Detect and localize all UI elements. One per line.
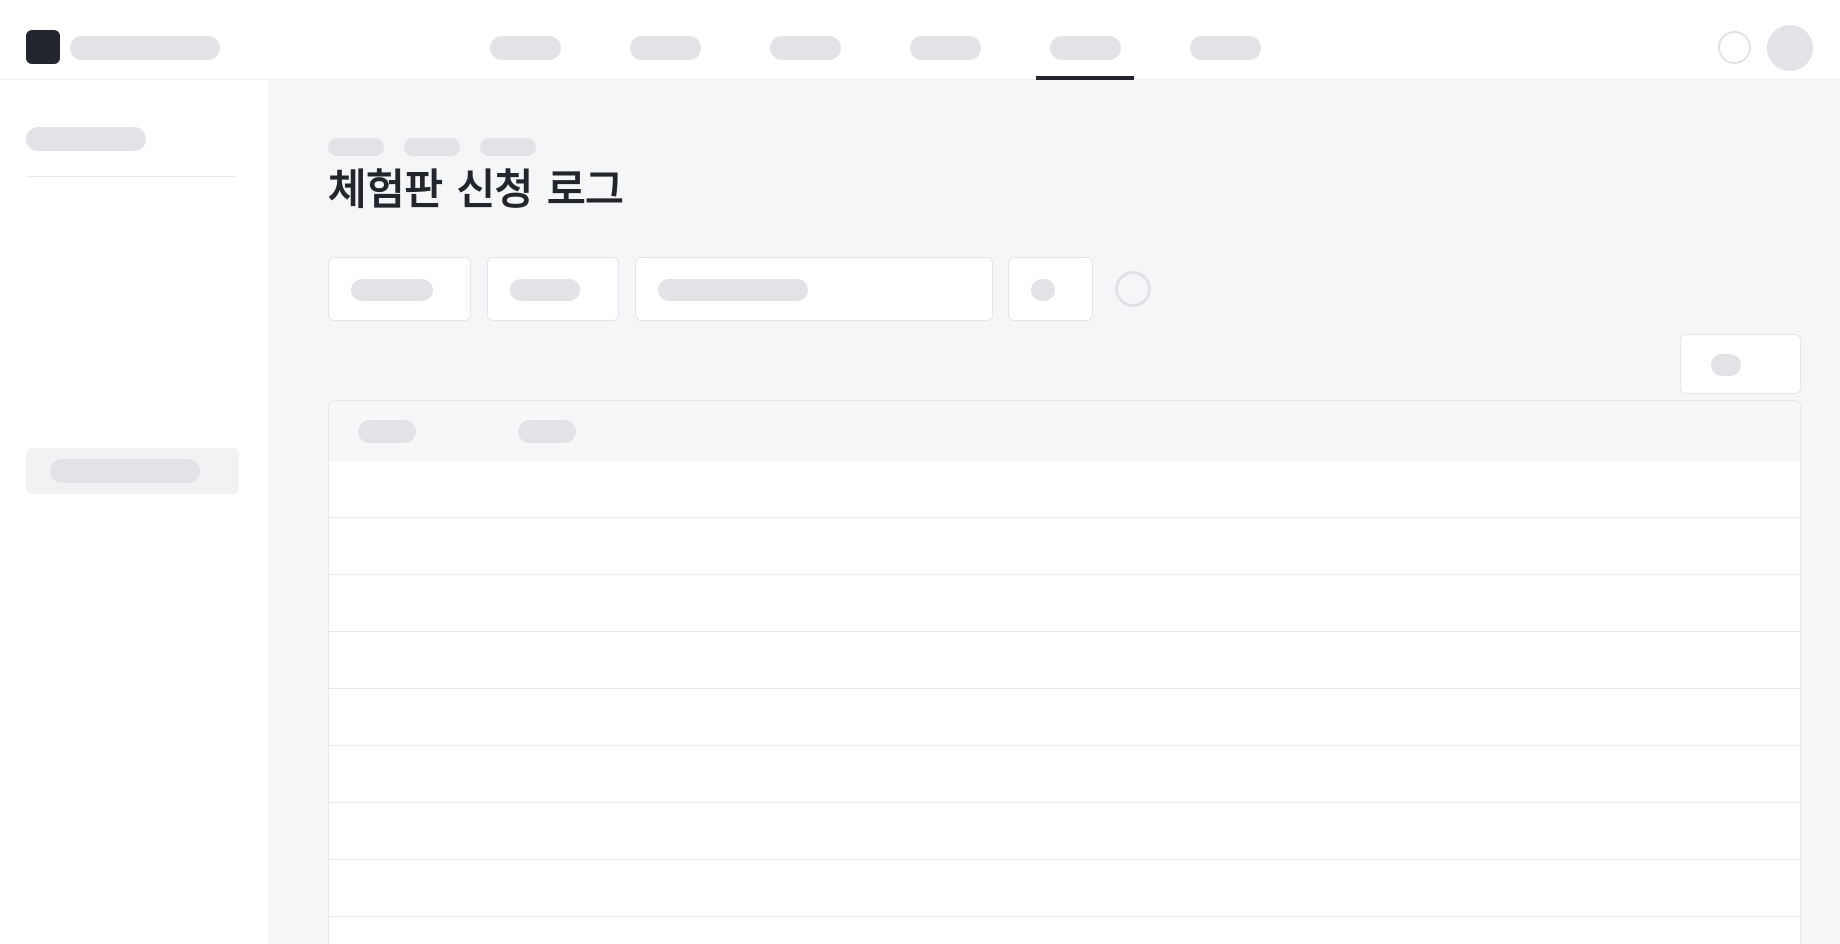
log-table [328, 400, 1801, 944]
column-header-1[interactable] [358, 420, 416, 443]
column-header-2[interactable] [518, 420, 576, 443]
top-navigation-bar [0, 0, 1840, 80]
sidebar-item-active[interactable] [26, 448, 239, 494]
nav-item-6[interactable] [1190, 36, 1261, 60]
sidebar-item-label-placeholder [50, 459, 200, 483]
sidebar-divider [26, 176, 236, 177]
filter-select-1[interactable] [328, 257, 471, 321]
app-name-placeholder[interactable] [70, 36, 220, 60]
action-button[interactable] [1680, 334, 1801, 394]
table-row[interactable] [329, 632, 1800, 689]
sidebar-heading-placeholder [26, 127, 146, 151]
user-avatar[interactable] [1767, 25, 1813, 71]
nav-item-4[interactable] [910, 36, 981, 60]
sidebar [0, 80, 268, 944]
table-row[interactable] [329, 575, 1800, 632]
search-button[interactable] [1008, 257, 1093, 321]
table-row[interactable] [329, 518, 1800, 575]
main-content: 체험판 신청 로그 [268, 80, 1840, 944]
table-row[interactable] [329, 860, 1800, 917]
nav-item-3[interactable] [770, 36, 841, 60]
table-row[interactable] [329, 803, 1800, 860]
filter-select-2[interactable] [487, 257, 619, 321]
search-button-icon-placeholder [1031, 279, 1055, 301]
notification-icon[interactable] [1718, 31, 1751, 64]
table-row[interactable] [329, 461, 1800, 518]
breadcrumb-item-2[interactable] [404, 138, 460, 156]
page-title: 체험판 신청 로그 [328, 165, 624, 214]
filter-select-2-value-placeholder [510, 279, 580, 301]
table-row[interactable] [329, 746, 1800, 803]
search-input-placeholder [658, 279, 808, 301]
nav-item-5-active[interactable] [1050, 36, 1121, 60]
breadcrumb-item-1[interactable] [328, 138, 384, 156]
table-row[interactable] [329, 689, 1800, 746]
search-input[interactable] [635, 257, 993, 321]
refresh-icon[interactable] [1115, 271, 1151, 307]
breadcrumb-item-3[interactable] [480, 138, 536, 156]
filter-select-1-value-placeholder [351, 279, 433, 301]
nav-item-1[interactable] [490, 36, 561, 60]
app-logo-icon[interactable] [26, 30, 60, 64]
action-button-label-placeholder [1711, 354, 1741, 376]
nav-item-2[interactable] [630, 36, 701, 60]
table-header [329, 401, 1800, 461]
